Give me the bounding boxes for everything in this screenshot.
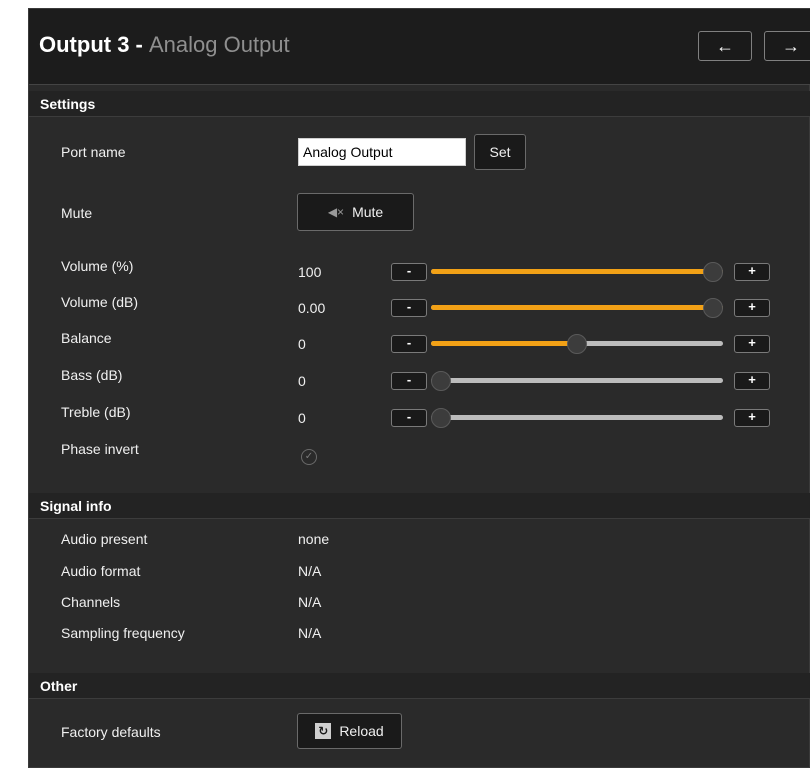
- audio-format-value: N/A: [298, 563, 322, 579]
- sampling-frequency-label: Sampling frequency: [61, 625, 185, 641]
- balance-slider-fill: [431, 341, 577, 346]
- other-section-header: Other: [29, 673, 810, 699]
- bass-db-decrement-button[interactable]: -: [391, 372, 427, 390]
- channels-label: Channels: [61, 594, 121, 610]
- volume-percent-slider-fill: [431, 269, 723, 274]
- output-panel: Output 3 - Analog Output ← → Settings Po…: [28, 8, 810, 768]
- mute-button[interactable]: ◀× Mute: [297, 193, 414, 231]
- volume-percent-slider[interactable]: [431, 262, 723, 282]
- next-output-button[interactable]: →: [764, 31, 810, 61]
- treble-db-slider[interactable]: [431, 408, 723, 428]
- volume-db-slider[interactable]: [431, 298, 723, 318]
- volume-percent-slider-thumb[interactable]: [703, 262, 723, 282]
- set-port-name-button[interactable]: Set: [474, 134, 526, 170]
- audio-format-label: Audio format: [61, 563, 141, 579]
- bass-db-label: Bass (dB): [61, 367, 123, 383]
- audio-present-value: none: [298, 531, 330, 547]
- port-name-label: Port name: [61, 144, 126, 160]
- mute-label: Mute: [61, 205, 93, 221]
- volume-percent-decrement-button[interactable]: -: [391, 263, 427, 281]
- speaker-muted-icon: ◀×: [327, 205, 345, 219]
- treble-db-decrement-button[interactable]: -: [391, 409, 427, 427]
- arrow-right-icon: →: [782, 35, 800, 56]
- signal-info-section-title: Signal info: [40, 498, 112, 514]
- page-title-main: Output 3: [39, 32, 130, 57]
- balance-label: Balance: [61, 330, 112, 346]
- bass-db-slider-thumb[interactable]: [431, 371, 451, 391]
- treble-db-value: 0: [298, 410, 306, 426]
- factory-defaults-label: Factory defaults: [61, 724, 161, 740]
- page-title-separator: -: [129, 32, 149, 57]
- volume-db-slider-fill: [431, 305, 723, 310]
- balance-slider-thumb[interactable]: [567, 334, 587, 354]
- port-name-input[interactable]: [298, 138, 466, 166]
- volume-percent-label: Volume (%): [61, 258, 134, 274]
- page-title-sub: Analog Output: [149, 32, 290, 57]
- bass-db-slider[interactable]: [431, 371, 723, 391]
- previous-output-button[interactable]: ←: [698, 31, 752, 61]
- volume-db-slider-thumb[interactable]: [703, 298, 723, 318]
- settings-section-title: Settings: [40, 96, 96, 112]
- channels-value: N/A: [298, 594, 322, 610]
- balance-decrement-button[interactable]: -: [391, 335, 427, 353]
- mute-button-label: Mute: [352, 204, 384, 220]
- balance-slider[interactable]: [431, 334, 723, 354]
- volume-db-decrement-button[interactable]: -: [391, 299, 427, 317]
- balance-increment-button[interactable]: +: [734, 335, 770, 353]
- volume-db-value: 0.00: [298, 300, 326, 316]
- check-circle-icon[interactable]: ✓: [301, 449, 317, 465]
- settings-section-header: Settings: [29, 91, 810, 117]
- treble-db-label: Treble (dB): [61, 404, 131, 420]
- reload-button[interactable]: ↻ Reload: [297, 713, 402, 749]
- treble-db-slider-track: [431, 415, 723, 420]
- bass-db-value: 0: [298, 373, 306, 389]
- volume-percent-increment-button[interactable]: +: [734, 263, 770, 281]
- phase-invert-label: Phase invert: [61, 441, 139, 457]
- audio-present-label: Audio present: [61, 531, 148, 547]
- reload-button-label: Reload: [339, 723, 384, 739]
- treble-db-increment-button[interactable]: +: [734, 409, 770, 427]
- title-bar: Output 3 - Analog Output ← →: [29, 9, 810, 85]
- volume-db-increment-button[interactable]: +: [734, 299, 770, 317]
- bass-db-increment-button[interactable]: +: [734, 372, 770, 390]
- balance-value: 0: [298, 336, 306, 352]
- volume-percent-value: 100: [298, 264, 322, 280]
- bass-db-slider-track: [431, 378, 723, 383]
- volume-db-label: Volume (dB): [61, 294, 139, 310]
- page-title: Output 3 - Analog Output: [39, 32, 290, 58]
- reload-icon: ↻: [315, 723, 332, 739]
- other-section-title: Other: [40, 678, 78, 694]
- treble-db-slider-thumb[interactable]: [431, 408, 451, 428]
- signal-info-section-header: Signal info: [29, 493, 810, 519]
- sampling-frequency-value: N/A: [298, 625, 322, 641]
- arrow-left-icon: ←: [716, 35, 734, 56]
